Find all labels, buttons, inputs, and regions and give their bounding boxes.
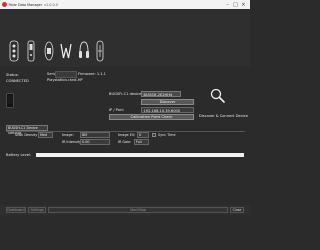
battery-level-bar [36,153,244,157]
status-value: CONNECTED [6,79,29,83]
title-bar: Polar Data Manager v1.0.0.0 – □ × [0,0,250,9]
device-earbud-icon[interactable] [94,38,106,64]
ip-port-label: IP / Port: [109,108,125,112]
discover-connect-label[interactable]: Discover & Connect Device [199,114,248,118]
minimize-button[interactable]: – [224,2,231,8]
image-select[interactable]: 8M [80,132,110,138]
sync-time-label: Sync Time [158,133,176,137]
close-button[interactable]: Close [230,207,244,213]
image-ev-select[interactable]: 0 [137,132,149,138]
phone-icon [6,93,14,108]
calibration-point-check-button[interactable]: Calibration Point Check [109,114,194,120]
device-bracelet-icon[interactable] [43,38,55,64]
app-logo-icon [1,2,7,7]
status-label: Status: [6,73,19,77]
dashboard-button[interactable]: Dashboard [6,207,26,213]
start-stop-button[interactable]: Start/Stop [48,207,228,213]
close-window-button[interactable]: × [240,2,247,8]
serial-value-box [55,71,77,78]
firmware-label: Firmware: 1.1.1 [78,72,106,76]
device-toolbar [0,9,250,67]
window-title: Polar Data Manager [8,2,43,7]
main-content-area [6,160,245,202]
device-name: Playstation-rand-HP [47,78,83,82]
ir-intensity-input[interactable]: 0.00 [80,139,110,145]
devices-label: BUGSFI-C1 devices: [109,92,145,96]
image-label: Image: [62,133,74,137]
ir-gain-select[interactable]: Full [134,139,149,145]
device-w-sensor-icon[interactable] [60,38,72,64]
discover-button[interactable]: Discover [141,99,194,105]
window-subtitle: v1.0.0.0 [44,2,58,7]
device-3d-scanner-icon[interactable] [8,38,20,64]
device-headset-icon[interactable] [78,38,90,64]
device-select[interactable]: BUGSH-2E2HH4 [141,90,181,97]
search-icon[interactable] [209,88,227,104]
scan-density-select[interactable]: Med [38,132,53,138]
maximize-button[interactable]: □ [232,2,239,8]
device-handheld-icon[interactable] [25,38,37,64]
ip-port-input[interactable]: 192.168.10.39.8000 [141,106,194,113]
battery-label: Battery Level: [6,153,32,157]
ir-gain-label: IR Gain: [118,140,132,144]
image-ev-label: Image EV: [118,133,136,137]
sync-time-checkbox[interactable] [152,132,156,137]
settings-button[interactable]: Settings [28,207,46,213]
footer-area [0,215,250,250]
